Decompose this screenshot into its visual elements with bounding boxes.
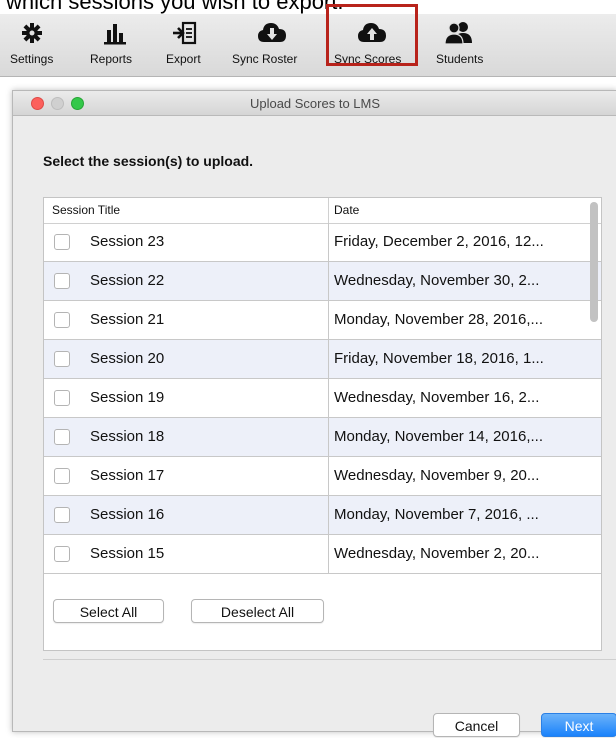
session-title: Session 21 xyxy=(90,311,165,328)
cell-divider xyxy=(328,535,329,574)
table-row[interactable]: Session 18 Monday, November 14, 2016,... xyxy=(44,418,601,457)
cell-divider xyxy=(328,379,329,418)
toolbar-students-button[interactable]: Students xyxy=(428,14,498,76)
page-caption: which sessions you wish to export. xyxy=(6,0,344,14)
cancel-button[interactable]: Cancel xyxy=(433,713,520,737)
session-select-prompt: Select the session(s) to upload. xyxy=(43,153,254,169)
session-checkbox[interactable] xyxy=(54,390,70,406)
window-titlebar: Upload Scores to LMS xyxy=(13,91,616,116)
cell-divider xyxy=(328,340,329,379)
toolbar-reports-label: Reports xyxy=(90,52,133,66)
select-all-button[interactable]: Select All xyxy=(53,599,164,623)
session-title: Session 18 xyxy=(90,428,165,445)
toolbar: Settings Reports Export Sync Roster Sync… xyxy=(0,14,616,77)
footer-divider xyxy=(43,659,616,660)
session-checkbox[interactable] xyxy=(54,234,70,250)
toolbar-settings-button[interactable]: Settings xyxy=(0,14,64,76)
cell-divider xyxy=(328,301,329,340)
session-title: Session 23 xyxy=(90,233,165,250)
session-title: Session 19 xyxy=(90,389,165,406)
table-header: Session Title Date xyxy=(44,198,601,224)
next-button[interactable]: Next xyxy=(541,713,616,737)
window-title: Upload Scores to LMS xyxy=(249,96,381,111)
cell-divider xyxy=(328,262,329,301)
cell-divider xyxy=(328,496,329,535)
session-title: Session 16 xyxy=(90,506,165,523)
session-date: Friday, December 2, 2016, 12... xyxy=(334,233,544,250)
toolbar-export-label: Export xyxy=(166,52,201,66)
session-date: Wednesday, November 16, 2... xyxy=(334,389,540,406)
session-checkbox[interactable] xyxy=(54,351,70,367)
bar-chart-icon xyxy=(104,24,126,45)
toolbar-students-label: Students xyxy=(436,52,484,66)
session-date: Wednesday, November 2, 20... xyxy=(334,545,540,562)
session-checkbox[interactable] xyxy=(54,546,70,562)
column-divider xyxy=(328,198,329,223)
toolbar-reports-button[interactable]: Reports xyxy=(84,14,148,76)
scrollbar-thumb[interactable] xyxy=(590,202,598,322)
table-row[interactable]: Session 15 Wednesday, November 2, 20... xyxy=(44,535,601,574)
session-date: Wednesday, November 9, 20... xyxy=(334,467,540,484)
table-row[interactable]: Session 22 Wednesday, November 30, 2... xyxy=(44,262,601,301)
students-icon xyxy=(444,22,472,45)
session-title: Session 22 xyxy=(90,272,165,289)
upload-scores-dialog: Upload Scores to LMS Select the session(… xyxy=(12,90,616,737)
session-checkbox[interactable] xyxy=(54,468,70,484)
table-row[interactable]: Session 21 Monday, November 28, 2016,... xyxy=(44,301,601,340)
session-date: Monday, November 28, 2016,... xyxy=(334,311,544,328)
cell-divider xyxy=(328,457,329,496)
session-date: Monday, November 14, 2016,... xyxy=(334,428,544,445)
session-checkbox[interactable] xyxy=(54,507,70,523)
gear-icon xyxy=(22,23,42,43)
session-date: Monday, November 7, 2016, ... xyxy=(334,506,539,523)
toolbar-export-button[interactable]: Export xyxy=(160,14,216,76)
toolbar-sync-roster-button[interactable]: Sync Roster xyxy=(228,14,316,76)
toolbar-settings-label: Settings xyxy=(10,52,54,66)
table-row[interactable]: Session 19 Wednesday, November 16, 2... xyxy=(44,379,601,418)
session-checkbox[interactable] xyxy=(54,312,70,328)
column-header-date[interactable]: Date xyxy=(334,203,359,217)
session-title: Session 20 xyxy=(90,350,165,367)
session-checkbox[interactable] xyxy=(54,273,70,289)
table-row[interactable]: Session 20 Friday, November 18, 2016, 1.… xyxy=(44,340,601,379)
cell-divider xyxy=(328,418,329,457)
session-date: Wednesday, November 30, 2... xyxy=(334,272,540,289)
cloud-download-icon xyxy=(258,23,286,42)
session-date: Friday, November 18, 2016, 1... xyxy=(334,350,544,367)
session-checkbox[interactable] xyxy=(54,429,70,445)
cell-divider xyxy=(328,223,329,262)
table-row[interactable]: Session 16 Monday, November 7, 2016, ... xyxy=(44,496,601,535)
sessions-table: Session Title Date Session 23 Friday, De… xyxy=(43,197,602,651)
column-header-session-title[interactable]: Session Title xyxy=(52,203,120,217)
deselect-all-button[interactable]: Deselect All xyxy=(191,599,324,623)
table-scrollbar[interactable] xyxy=(587,198,601,650)
table-row[interactable]: Session 23 Friday, December 2, 2016, 12.… xyxy=(44,223,601,262)
table-row[interactable]: Session 17 Wednesday, November 9, 20... xyxy=(44,457,601,496)
session-title: Session 15 xyxy=(90,545,165,562)
export-icon xyxy=(173,21,197,45)
session-title: Session 17 xyxy=(90,467,165,484)
sync-scores-highlight-box xyxy=(326,4,418,66)
toolbar-sync-roster-label: Sync Roster xyxy=(232,52,298,66)
